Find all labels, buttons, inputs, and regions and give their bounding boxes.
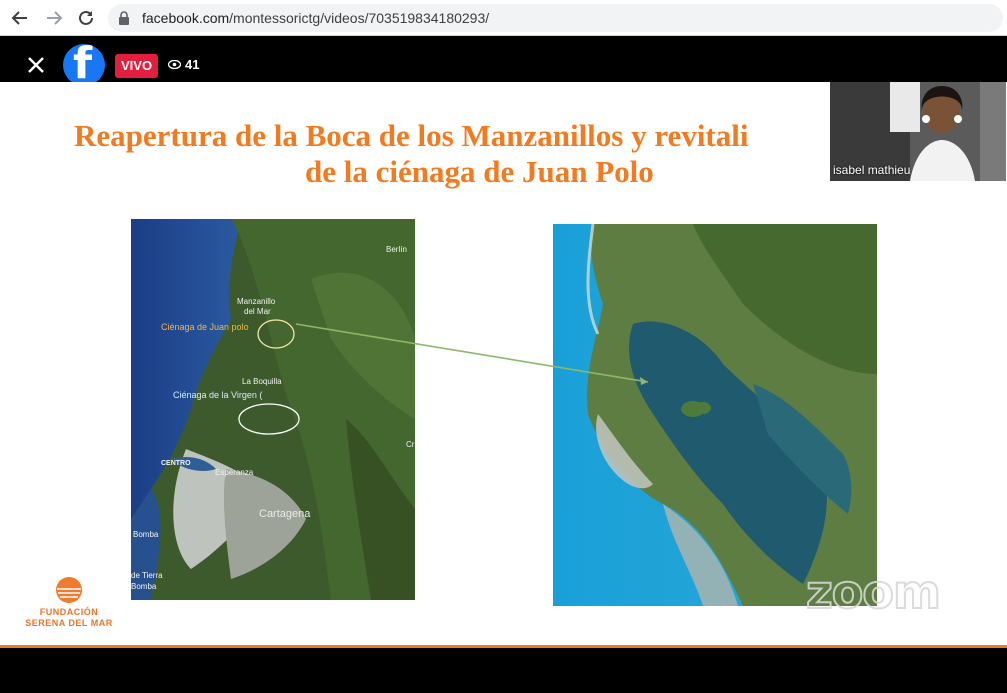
zoom-watermark: zoom [805, 565, 942, 619]
eye-icon [168, 60, 181, 69]
map-label-bomba: Bomba [133, 530, 159, 539]
map-label-bomba-2: Bomba [131, 582, 157, 591]
map-label-esperanza: Esperanza [215, 468, 254, 477]
map-image [131, 219, 415, 600]
close-icon[interactable] [24, 53, 48, 77]
map-label-la-boquilla: La Boquilla [242, 377, 282, 386]
slide-title-line-2: de la ciénaga de Juan Polo [305, 154, 654, 189]
map-label-cienaga-virgen: Ciénaga de la Virgen ( [173, 390, 263, 400]
foundation-name-line-2: SERENA DEL MAR [25, 618, 113, 628]
foundation-logo: FUNDACIÓN SERENA DEL MAR [18, 574, 120, 634]
lock-icon [119, 11, 129, 25]
participant-video[interactable]: isabel mathieu [830, 82, 1006, 181]
map-label-del-mar: del Mar [244, 307, 271, 316]
juan-polo-satellite-map [553, 224, 877, 606]
foundation-name: FUNDACIÓN SERENA DEL MAR [18, 607, 120, 629]
address-bar[interactable]: facebook.com/montessorictg/videos/703519… [108, 4, 1003, 32]
sun-logo-icon [56, 577, 82, 603]
map-label-cienaga-juan-polo: Ciénaga de Juan polo [161, 322, 249, 332]
arrow-right-icon [47, 11, 63, 25]
reload-icon [79, 10, 93, 25]
map-label-cropped: Cr [406, 440, 415, 449]
map-label-de-tierra: de Tierra [131, 571, 163, 580]
participant-name: isabel mathieu [833, 163, 911, 177]
map-label-cartagena: Cartagena [259, 508, 311, 520]
map-label-manzanillo: Manzanillo [237, 297, 276, 306]
reload-button[interactable] [74, 6, 98, 30]
live-video-header: f VIVO 41 [0, 36, 1007, 86]
map-image-detail [553, 224, 877, 606]
browser-toolbar: facebook.com/montessorictg/videos/703519… [0, 0, 1007, 36]
slide-bottom-border [0, 645, 1007, 648]
map-label-berlin: Berlín [386, 245, 407, 254]
foundation-name-line-1: FUNDACIÓN [39, 607, 99, 617]
arrow-left-icon [11, 11, 27, 25]
back-button[interactable] [8, 6, 32, 30]
viewer-count: 41 [168, 57, 199, 72]
viewer-count-value: 41 [185, 57, 200, 72]
facebook-logo-icon[interactable]: f [63, 44, 105, 86]
forward-button[interactable] [42, 6, 66, 30]
map-label-centro: CENTRO [161, 460, 191, 467]
url-text: facebook.com/montessorictg/videos/703519… [142, 10, 490, 26]
live-badge: VIVO [115, 54, 159, 78]
slide-title-line-1: Reapertura de la Boca de los Manzanillos… [74, 118, 749, 153]
cartagena-satellite-map: Berlín Manzanillo del Mar Ciénaga de Jua… [131, 219, 415, 600]
